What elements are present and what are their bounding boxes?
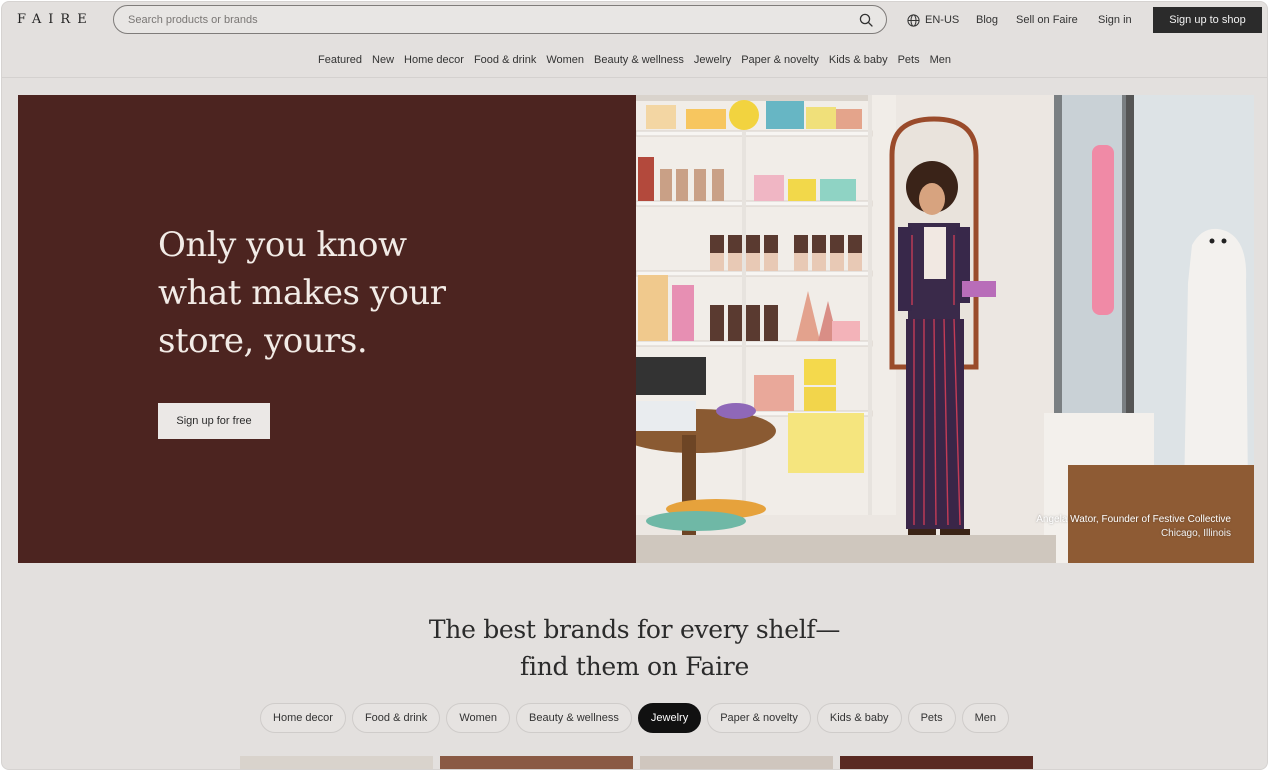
pill-beauty-wellness[interactable]: Beauty & wellness — [516, 703, 632, 733]
section-title-line-2: find them on Faire — [520, 652, 749, 681]
product-thumbnail[interactable] — [240, 756, 433, 769]
nav-item-kids-baby[interactable]: Kids & baby — [829, 54, 888, 68]
globe-icon — [907, 13, 920, 27]
hero-title: Only you know what makes your store, you… — [158, 225, 446, 361]
page: FAIRE EN-US Blog Sell on Faire Sign in S… — [1, 1, 1268, 770]
section-title-line-1: The best brands for every shelf— — [428, 615, 841, 644]
category-nav: Featured New Home decor Food & drink Wom… — [2, 54, 1267, 68]
search-icon[interactable] — [859, 13, 873, 27]
nav-item-featured[interactable]: Featured — [318, 54, 362, 68]
sell-on-faire-link[interactable]: Sell on Faire — [1016, 14, 1078, 26]
nav-item-home-decor[interactable]: Home decor — [404, 54, 464, 68]
nav-item-beauty-wellness[interactable]: Beauty & wellness — [594, 54, 684, 68]
top-bar: FAIRE EN-US Blog Sell on Faire Sign in S… — [2, 2, 1267, 38]
search-bar[interactable] — [113, 5, 887, 34]
header-divider — [2, 77, 1267, 78]
store-owner-photo — [636, 95, 1254, 563]
locale-label: EN-US — [925, 14, 960, 26]
nav-item-men[interactable]: Men — [930, 54, 951, 68]
section-title: The best brands for every shelf— find th… — [2, 611, 1267, 685]
pill-pets[interactable]: Pets — [907, 703, 956, 733]
pill-jewelry[interactable]: Jewelry — [637, 703, 702, 733]
pill-home-decor[interactable]: Home decor — [260, 703, 346, 733]
product-thumbnail[interactable] — [840, 756, 1033, 769]
sign-in-link[interactable]: Sign in — [1098, 14, 1132, 26]
pill-men[interactable]: Men — [961, 703, 1009, 733]
photo-caption-location: Chicago, Illinois — [1160, 528, 1231, 539]
faire-logo[interactable]: FAIRE — [17, 12, 94, 27]
nav-item-food-drink[interactable]: Food & drink — [474, 54, 536, 68]
nav-item-paper-novelty[interactable]: Paper & novelty — [741, 54, 819, 68]
hero-photo: Angela Wator, Founder of Festive Collect… — [636, 95, 1254, 563]
photo-caption-name: Angela Wator, Founder of Festive Collect… — [1036, 514, 1231, 525]
blog-link[interactable]: Blog — [976, 14, 998, 26]
product-thumbnails — [240, 756, 1034, 769]
pill-food-drink[interactable]: Food & drink — [351, 703, 441, 733]
locale-selector[interactable]: EN-US — [907, 13, 959, 27]
pill-paper-novelty[interactable]: Paper & novelty — [707, 703, 811, 733]
pill-women[interactable]: Women — [446, 703, 511, 733]
nav-item-women[interactable]: Women — [546, 54, 584, 68]
product-thumbnail[interactable] — [440, 756, 633, 769]
category-filter-pills: Home decor Food & drink Women Beauty & w… — [2, 703, 1267, 733]
hero-panel: Only you know what makes your store, you… — [18, 95, 636, 563]
sign-up-to-shop-button[interactable]: Sign up to shop — [1153, 7, 1262, 33]
product-thumbnail[interactable] — [640, 756, 833, 769]
nav-item-pets[interactable]: Pets — [898, 54, 920, 68]
nav-item-new[interactable]: New — [372, 54, 394, 68]
nav-item-jewelry[interactable]: Jewelry — [694, 54, 731, 68]
search-input[interactable] — [128, 12, 828, 28]
sign-up-for-free-button[interactable]: Sign up for free — [158, 403, 270, 439]
pill-kids-baby[interactable]: Kids & baby — [816, 703, 902, 733]
